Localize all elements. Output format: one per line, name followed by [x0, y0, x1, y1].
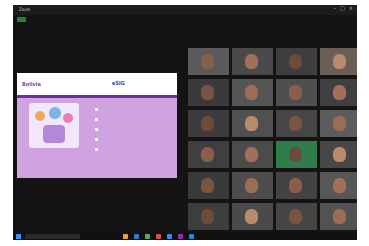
slide-header: Bolivia eSIG — [17, 73, 177, 95]
title-bar: Zoom – □ × — [13, 5, 357, 15]
slide-bullet — [95, 138, 100, 141]
screen-illustration — [43, 125, 65, 143]
participant-video — [245, 116, 258, 131]
windows-start-icon[interactable] — [16, 234, 21, 239]
participant-tile[interactable] — [188, 141, 229, 168]
window-controls: – □ × — [334, 6, 353, 12]
taskbar — [13, 233, 357, 240]
slide-body — [17, 98, 177, 178]
participant-video — [333, 85, 346, 100]
participant-tile[interactable] — [188, 203, 229, 230]
meeting-info-icon[interactable] — [17, 17, 26, 22]
participant-tile[interactable] — [276, 172, 317, 199]
browser-icon[interactable] — [134, 234, 139, 239]
participant-tile[interactable] — [232, 172, 273, 199]
participant-tile[interactable] — [276, 110, 317, 137]
slide-bullet — [95, 128, 100, 131]
participant-tile[interactable] — [232, 203, 273, 230]
participant-tile[interactable] — [320, 172, 357, 199]
participant-tile[interactable] — [276, 141, 317, 168]
bullet-icon — [95, 108, 98, 111]
participant-video — [289, 85, 302, 100]
zoom-app-icon[interactable] — [167, 234, 172, 239]
participant-tile[interactable] — [232, 48, 273, 75]
bullet-icon — [95, 118, 98, 121]
participant-video — [201, 85, 214, 100]
avatar-illustration — [35, 111, 45, 121]
taskbar-app-icons — [123, 234, 194, 239]
participant-tile[interactable] — [276, 48, 317, 75]
bullet-icon — [95, 138, 98, 141]
participant-tile[interactable] — [320, 141, 357, 168]
word-icon[interactable] — [189, 234, 194, 239]
app-icon[interactable] — [145, 234, 150, 239]
participant-tile[interactable] — [232, 110, 273, 137]
participant-video — [333, 209, 346, 224]
participant-video — [333, 147, 346, 162]
participant-tile[interactable] — [320, 79, 357, 106]
participant-video — [201, 54, 214, 69]
close-icon[interactable]: × — [349, 6, 353, 12]
bullet-icon — [95, 128, 98, 131]
participant-video — [333, 178, 346, 193]
participant-video — [201, 116, 214, 131]
avatar-illustration — [49, 107, 61, 119]
participant-tile[interactable] — [232, 141, 273, 168]
participant-tile[interactable] — [188, 79, 229, 106]
slide-bullet — [95, 118, 100, 121]
participant-video — [245, 54, 258, 69]
participant-video — [201, 178, 214, 193]
zoom-window: Zoom – □ × Bolivia eSIG — [13, 5, 357, 240]
participant-tile[interactable] — [320, 203, 357, 230]
app-icon[interactable] — [178, 234, 183, 239]
app-icon[interactable] — [156, 234, 161, 239]
slide-illustration — [29, 103, 79, 148]
participant-video — [289, 54, 302, 69]
taskbar-search-input[interactable] — [25, 234, 80, 239]
participant-video — [245, 209, 258, 224]
maximize-icon[interactable]: □ — [340, 6, 345, 12]
window-title: Zoom — [19, 7, 31, 12]
shared-screen: Bolivia eSIG — [17, 73, 177, 178]
bullet-icon — [95, 148, 98, 151]
participant-tile[interactable] — [276, 203, 317, 230]
participant-video — [245, 85, 258, 100]
participant-tile[interactable] — [188, 48, 229, 75]
participant-video — [289, 147, 302, 162]
participant-video — [201, 147, 214, 162]
participant-tile[interactable] — [320, 48, 357, 75]
participant-tile[interactable] — [320, 110, 357, 137]
participant-video — [201, 209, 214, 224]
participant-video — [289, 116, 302, 131]
slide-brand-left: Bolivia — [22, 82, 42, 88]
slide-bullet — [95, 148, 100, 151]
participant-video — [333, 54, 346, 69]
avatar-illustration — [63, 113, 73, 123]
participant-video — [333, 116, 346, 131]
participant-tile[interactable] — [188, 110, 229, 137]
participant-tile[interactable] — [276, 79, 317, 106]
participant-tile[interactable] — [232, 79, 273, 106]
file-explorer-icon[interactable] — [123, 234, 128, 239]
participant-video — [245, 147, 258, 162]
participant-tile[interactable] — [188, 172, 229, 199]
participant-video — [289, 209, 302, 224]
slide-brand-right: eSIG — [112, 81, 125, 87]
minimize-icon[interactable]: – — [334, 6, 337, 12]
slide-bullet — [95, 108, 100, 111]
participant-video — [289, 178, 302, 193]
participant-video — [245, 178, 258, 193]
